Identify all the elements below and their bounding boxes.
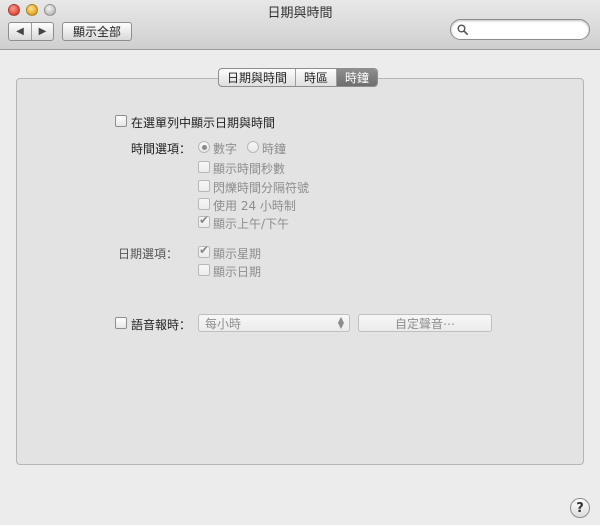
show-seconds-checkbox[interactable] xyxy=(198,161,210,173)
announce-time-label: 語音報時： xyxy=(131,318,192,332)
navigation-buttons: ◀ ▶ xyxy=(8,22,54,41)
search-icon xyxy=(457,24,468,35)
show-am-pm-checkbox[interactable]: ✔ xyxy=(198,213,210,228)
tab-bar: 日期與時間 時區 時鐘 xyxy=(218,68,379,87)
customize-voice-button[interactable]: 自定聲音⋯ xyxy=(358,314,492,332)
tab-date-time[interactable]: 日期與時間 xyxy=(219,69,295,86)
forward-button[interactable]: ▶ xyxy=(31,23,53,40)
show-date-checkbox[interactable] xyxy=(198,264,210,276)
show-am-pm-label: 顯示上午/下午 xyxy=(213,217,290,231)
search-input[interactable] xyxy=(450,19,590,40)
show-all-button[interactable]: 顯示全部 xyxy=(62,22,132,41)
use-24-hour-label: 使用 24 小時制 xyxy=(213,199,296,213)
announce-time-checkbox[interactable] xyxy=(115,317,127,329)
time-options-label: 時間選項： xyxy=(131,142,192,156)
date-options-label: 日期選項： xyxy=(118,247,179,261)
checkmark-icon: ✔ xyxy=(199,213,210,227)
toolbar: 日期與時間 ◀ ▶ 顯示全部 xyxy=(0,0,600,50)
tab-clock[interactable]: 時鐘 xyxy=(336,69,378,86)
show-date-label: 顯示日期 xyxy=(213,265,262,279)
show-day-of-week-label: 顯示星期 xyxy=(213,247,262,261)
analog-radio-label: 時鐘 xyxy=(262,142,287,156)
announce-interval-select[interactable]: 每小時 ▲ ▼ xyxy=(198,314,350,332)
flash-separators-label: 閃爍時間分隔符號 xyxy=(213,181,310,195)
show-in-menubar-checkbox[interactable] xyxy=(115,115,127,127)
announce-interval-value: 每小時 xyxy=(205,316,242,331)
tab-time-zone[interactable]: 時區 xyxy=(295,69,336,86)
digital-radio-label: 數字 xyxy=(213,142,238,156)
show-in-menubar-label: 在選單列中顯示日期與時間 xyxy=(131,116,276,130)
radio-selected-dot xyxy=(202,145,207,150)
digital-radio[interactable] xyxy=(198,141,210,153)
clock-panel xyxy=(16,78,584,465)
flash-separators-checkbox[interactable] xyxy=(198,180,210,192)
back-button[interactable]: ◀ xyxy=(9,23,31,40)
updown-arrows-icon: ▲ ▼ xyxy=(337,315,344,330)
show-day-of-week-checkbox[interactable]: ✔ xyxy=(198,243,210,258)
checkmark-icon: ✔ xyxy=(199,243,210,257)
back-arrow-icon: ◀ xyxy=(16,26,24,37)
analog-radio[interactable] xyxy=(247,141,259,153)
use-24-hour-checkbox[interactable] xyxy=(198,198,210,210)
forward-arrow-icon: ▶ xyxy=(38,26,47,37)
help-button[interactable]: ? xyxy=(570,498,590,518)
show-seconds-label: 顯示時間秒數 xyxy=(213,162,286,176)
